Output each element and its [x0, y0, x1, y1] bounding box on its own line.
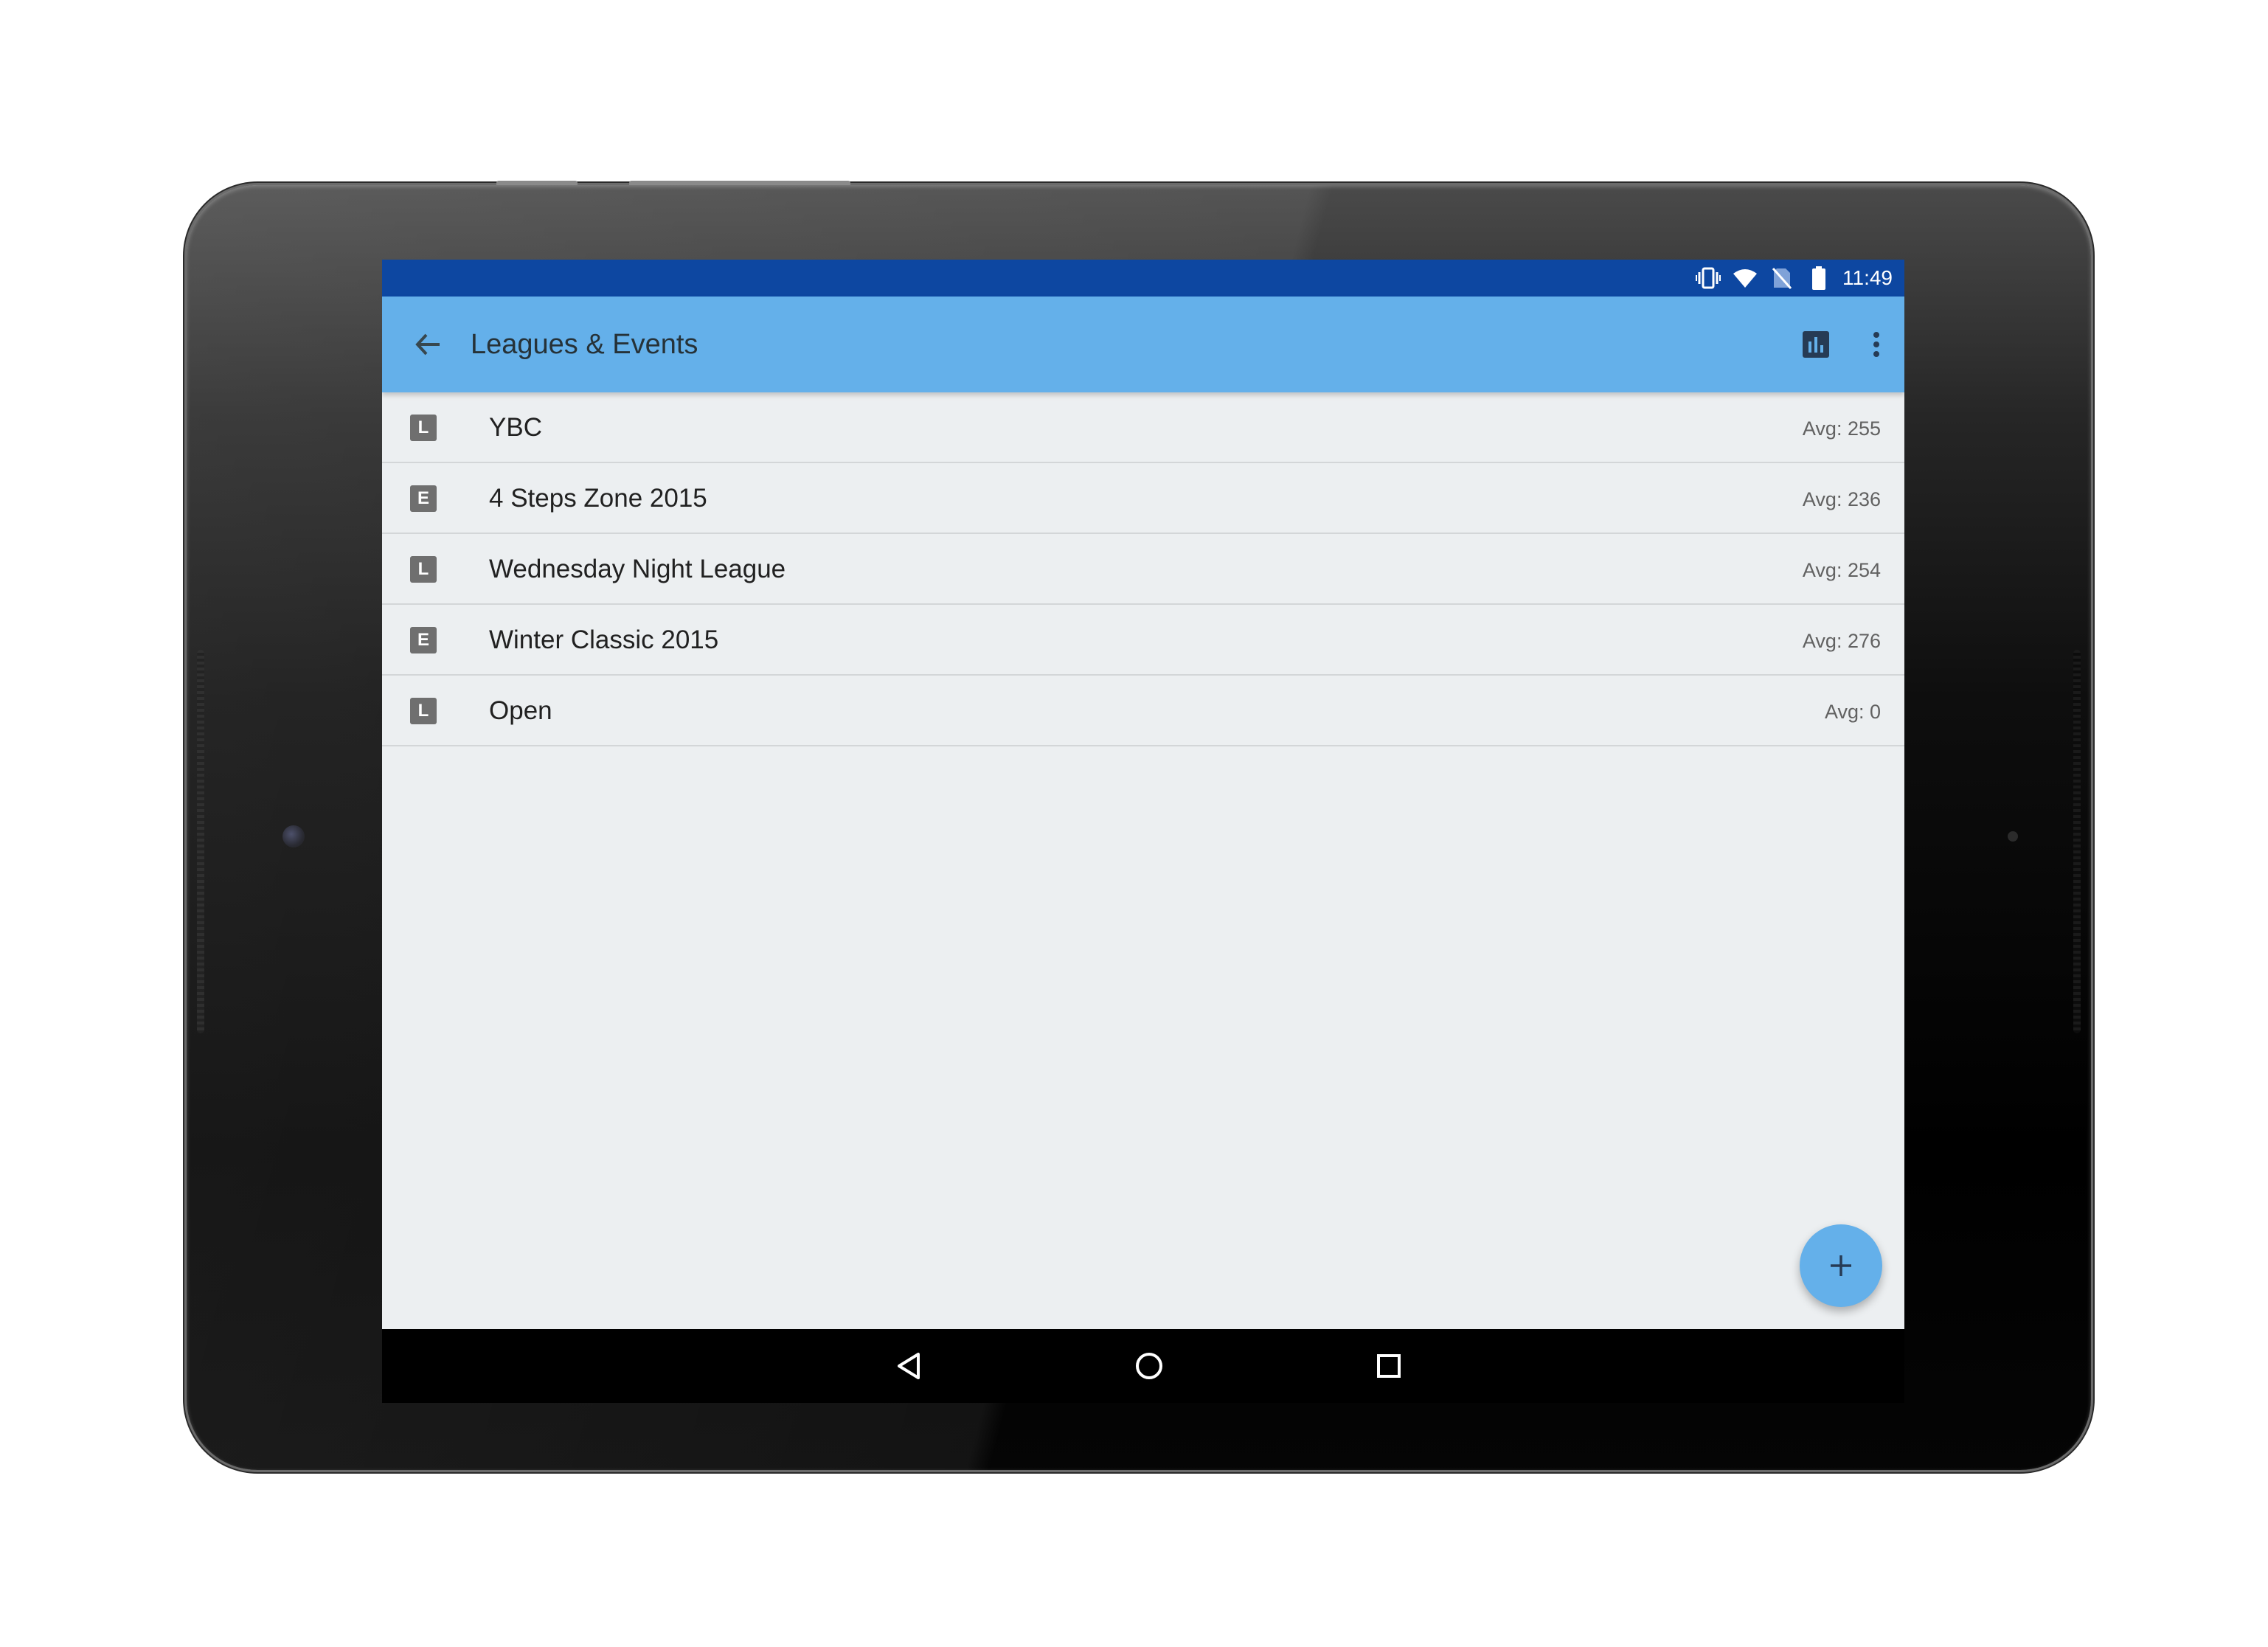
- navigation-bar: [382, 1329, 1904, 1403]
- list-item[interactable]: E 4 Steps Zone 2015 Avg: 236: [382, 463, 1904, 534]
- more-vert-icon: [1873, 332, 1879, 357]
- nav-home-button[interactable]: [1127, 1344, 1171, 1388]
- back-button[interactable]: [404, 321, 451, 368]
- item-name: YBC: [489, 413, 542, 442]
- type-badge: L: [410, 415, 437, 441]
- wifi-icon: [1730, 263, 1760, 293]
- light-sensor: [2008, 831, 2018, 842]
- bar-chart-icon: [1803, 331, 1829, 358]
- screen: 11:49 Leagues & Events L YBC Avg: 255 E …: [382, 260, 1904, 1329]
- clock: 11:49: [1842, 266, 1893, 289]
- leagues-events-list: L YBC Avg: 255 E 4 Steps Zone 2015 Avg: …: [382, 392, 1904, 746]
- recents-square-icon: [1377, 1354, 1401, 1378]
- item-name: Open: [489, 696, 552, 725]
- list-item[interactable]: L YBC Avg: 255: [382, 392, 1904, 463]
- item-name: 4 Steps Zone 2015: [489, 484, 707, 513]
- app-bar: Leagues & Events: [382, 297, 1904, 392]
- vibrate-icon: [1693, 263, 1723, 293]
- volume-button: [496, 181, 578, 185]
- type-badge: L: [410, 698, 437, 724]
- nav-back-button[interactable]: [887, 1344, 932, 1388]
- plus-icon: [1831, 1255, 1851, 1276]
- front-camera: [282, 825, 305, 847]
- type-badge: E: [410, 485, 437, 512]
- battery-icon: [1804, 263, 1834, 293]
- back-triangle-icon: [898, 1353, 920, 1379]
- list-item[interactable]: L Wednesday Night League Avg: 254: [382, 534, 1904, 605]
- home-circle-icon: [1136, 1353, 1162, 1379]
- right-speaker: [2073, 650, 2081, 1033]
- overflow-menu-button[interactable]: [1853, 321, 1900, 368]
- item-average: Avg: 236: [1802, 488, 1881, 510]
- item-average: Avg: 254: [1802, 559, 1881, 581]
- type-badge: L: [410, 556, 437, 583]
- item-average: Avg: 276: [1802, 630, 1881, 652]
- page-title: Leagues & Events: [471, 329, 698, 360]
- list-item[interactable]: L Open Avg: 0: [382, 676, 1904, 746]
- item-average: Avg: 0: [1824, 701, 1881, 723]
- add-button[interactable]: [1800, 1224, 1882, 1307]
- left-speaker: [197, 650, 204, 1033]
- power-button: [629, 181, 850, 185]
- item-average: Avg: 255: [1802, 417, 1881, 440]
- status-bar: 11:49: [382, 260, 1904, 297]
- statistics-button[interactable]: [1792, 321, 1839, 368]
- item-name: Winter Classic 2015: [489, 625, 719, 654]
- item-name: Wednesday Night League: [489, 555, 786, 583]
- type-badge: E: [410, 627, 437, 653]
- list-item[interactable]: E Winter Classic 2015 Avg: 276: [382, 605, 1904, 676]
- no-sim-icon: [1767, 263, 1797, 293]
- nav-recents-button[interactable]: [1367, 1344, 1411, 1388]
- arrow-back-icon: [415, 333, 440, 356]
